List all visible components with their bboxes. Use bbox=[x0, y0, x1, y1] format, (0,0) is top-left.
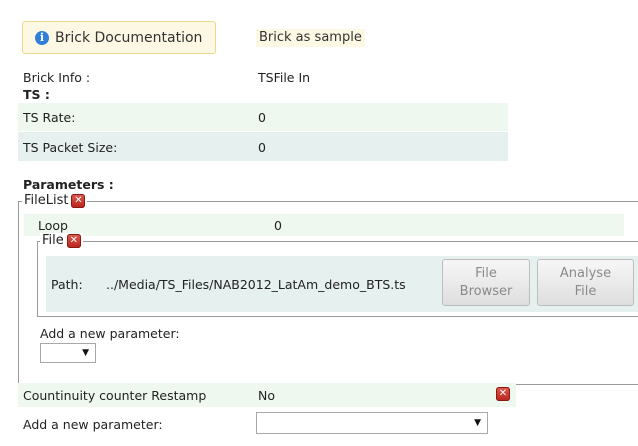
brick-documentation-button[interactable]: i Brick Documentation bbox=[22, 21, 216, 54]
analyse-file-button-label: Analyse File bbox=[559, 265, 612, 299]
ts-heading: TS : bbox=[23, 87, 50, 102]
add-parameter-select[interactable]: ▼ bbox=[256, 412, 488, 434]
continuity-label: Countinuity counter Restamp bbox=[23, 388, 207, 403]
filelist-add-parameter-select[interactable]: ▼ bbox=[40, 343, 96, 363]
add-parameter-label: Add a new parameter: bbox=[23, 417, 163, 432]
filelist-add-parameter-label: Add a new parameter: bbox=[40, 326, 180, 341]
delete-icon[interactable]: ✕ bbox=[66, 233, 81, 248]
ts-packet-size-value: 0 bbox=[258, 140, 266, 155]
path-value: ../Media/TS_Files/NAB2012_LatAm_demo_BTS… bbox=[106, 277, 406, 292]
ts-rate-label: TS Rate: bbox=[23, 110, 76, 125]
info-icon: i bbox=[35, 30, 49, 45]
path-label: Path: bbox=[51, 277, 83, 292]
file-legend: File ✕ bbox=[40, 233, 83, 248]
ts-packet-size-row: TS Packet Size: 0 bbox=[18, 132, 508, 161]
delete-icon[interactable]: ✕ bbox=[71, 193, 86, 208]
chevron-down-icon: ▼ bbox=[474, 418, 481, 428]
brick-info-value: TSFile In bbox=[258, 70, 311, 85]
filelist-legend: FileList ✕ bbox=[22, 193, 88, 208]
analyse-file-button[interactable]: Analyse File bbox=[537, 259, 634, 306]
loop-row: Loop 0 bbox=[24, 214, 624, 236]
delete-icon[interactable]: ✕ bbox=[496, 387, 510, 401]
loop-label: Loop bbox=[38, 218, 68, 233]
loop-value: 0 bbox=[274, 218, 282, 233]
filelist-legend-label: FileList bbox=[24, 193, 69, 208]
path-row: Path: ../Media/TS_Files/NAB2012_LatAm_de… bbox=[46, 256, 638, 312]
ts-packet-size-label: TS Packet Size: bbox=[23, 140, 118, 155]
continuity-row: Countinuity counter Restamp No ✕ bbox=[18, 383, 516, 407]
brick-as-sample-badge[interactable]: Brick as sample bbox=[256, 29, 365, 47]
file-browser-button[interactable]: File Browser bbox=[442, 259, 530, 306]
ts-rate-value: 0 bbox=[258, 110, 266, 125]
chevron-down-icon: ▼ bbox=[82, 348, 89, 358]
file-browser-button-label: File Browser bbox=[459, 265, 513, 299]
brick-info-label: Brick Info : bbox=[23, 70, 91, 85]
parameters-heading: Parameters : bbox=[23, 177, 114, 192]
brick-documentation-label: Brick Documentation bbox=[55, 29, 203, 46]
ts-rate-row: TS Rate: 0 bbox=[18, 103, 508, 131]
continuity-value: No bbox=[258, 388, 275, 403]
file-legend-label: File bbox=[42, 233, 64, 248]
